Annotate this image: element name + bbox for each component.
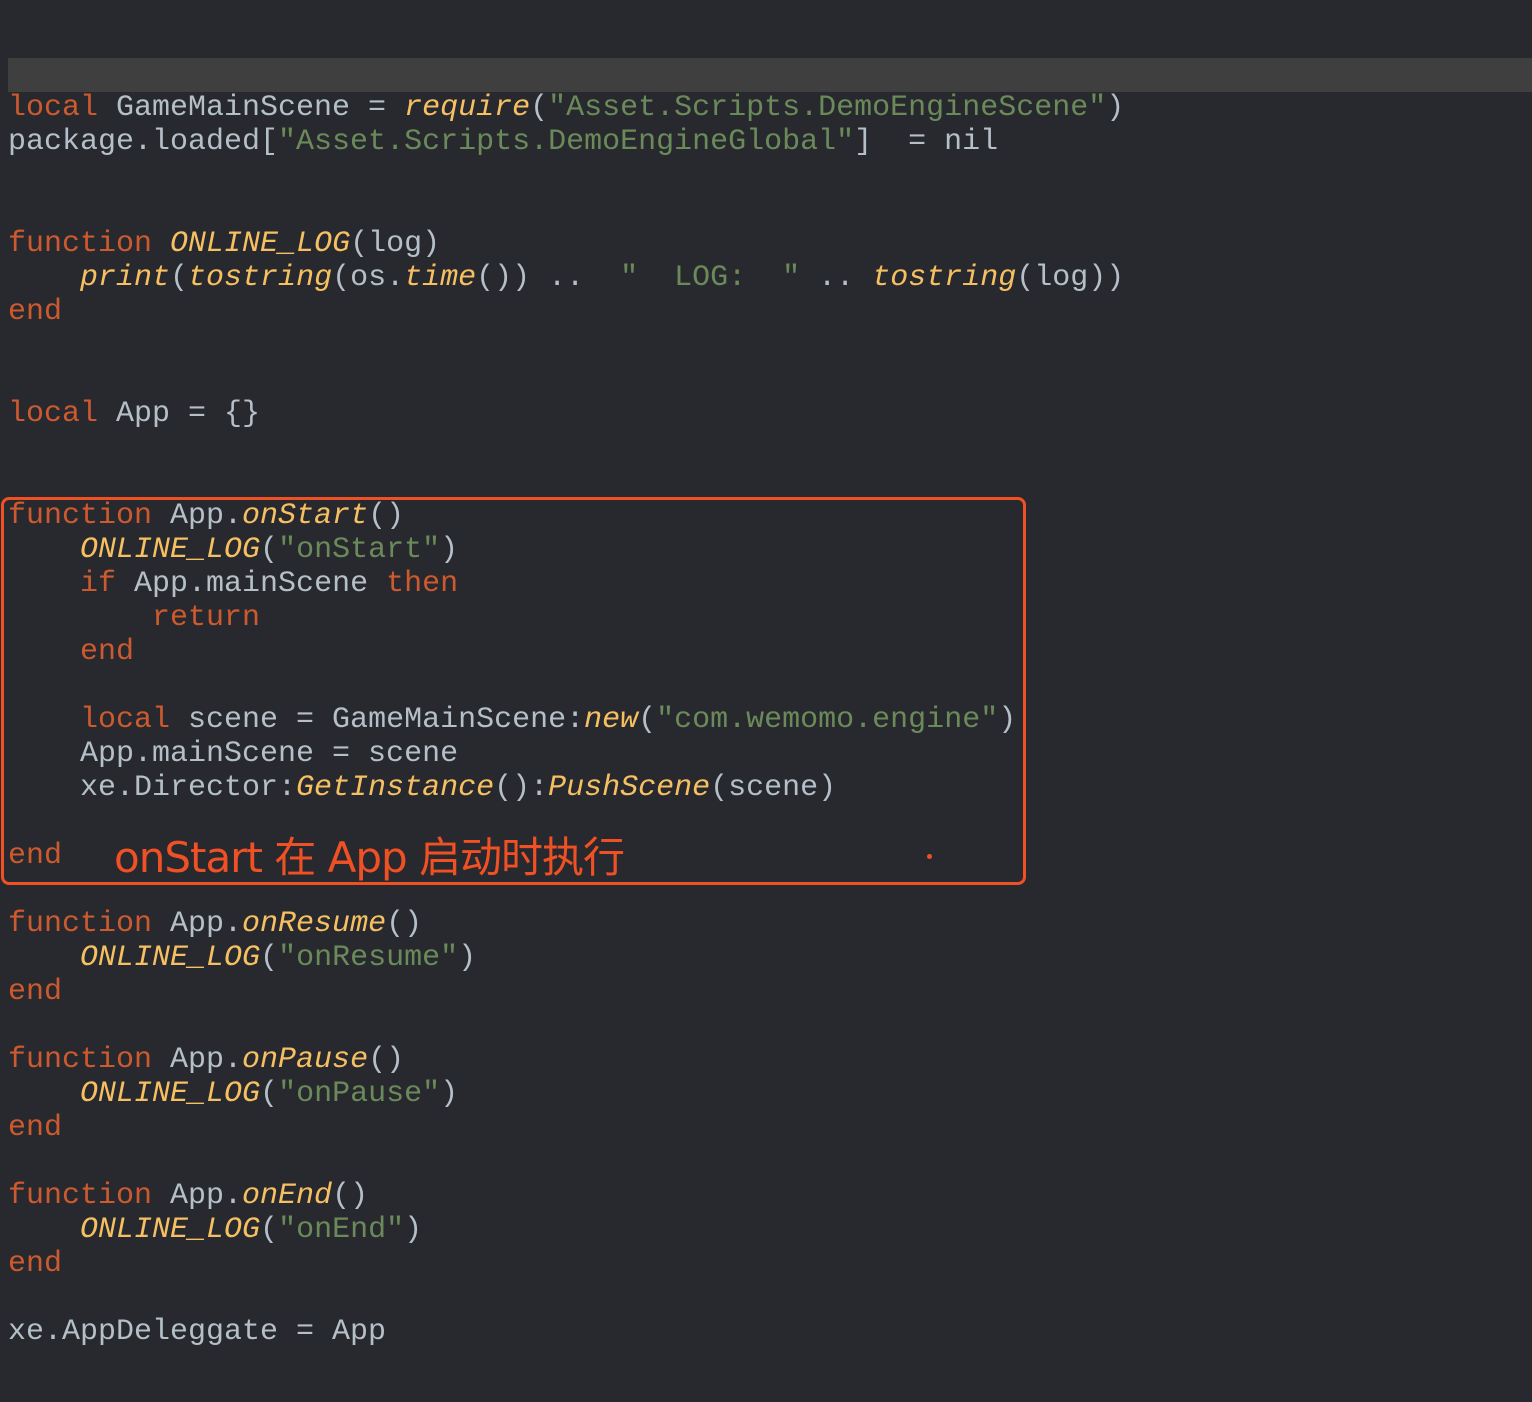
code-token-kw: local (8, 397, 99, 431)
code-line[interactable] (8, 159, 1124, 193)
current-line-highlight (8, 58, 1532, 92)
code-line[interactable]: function App.onResume() (8, 907, 1124, 941)
code-line[interactable] (8, 1009, 1124, 1043)
code-token-fn: ONLINE_LOG (80, 1077, 261, 1111)
code-token-fn: onPause (242, 1043, 369, 1077)
code-line[interactable]: function ONLINE_LOG(log) (8, 227, 1124, 261)
code-line[interactable] (8, 1281, 1124, 1315)
code-token-kw: end (8, 1247, 63, 1281)
code-line[interactable] (8, 193, 1124, 227)
code-token-plain: ( (260, 1077, 279, 1111)
code-token-plain: App = {} (98, 397, 261, 431)
code-token-plain: App. (152, 907, 243, 941)
code-token-plain: () (368, 1043, 405, 1077)
code-token-plain: () (386, 907, 423, 941)
code-token-plain: App. (152, 1179, 243, 1213)
annotation-text: onStart 在 App 启动时执行 (114, 833, 625, 882)
code-token-plain: ) (1106, 91, 1125, 125)
code-token-kw: function (8, 907, 153, 941)
code-line[interactable] (8, 431, 1124, 465)
code-line[interactable]: ONLINE_LOG("onPause") (8, 1077, 1124, 1111)
code-line[interactable] (8, 329, 1124, 363)
code-token-kw: function (8, 227, 153, 261)
code-token-plain: () (332, 1179, 369, 1213)
code-token-fn: tostring (872, 261, 1017, 295)
code-line[interactable] (8, 465, 1124, 499)
code-line[interactable]: function App.onEnd() (8, 1179, 1124, 1213)
code-token-plain: xe.AppDeleggate = App (8, 1315, 387, 1349)
code-token-str: "Asset.Scripts.DemoEngineScene" (548, 91, 1107, 125)
code-token-fn: ONLINE_LOG (80, 941, 261, 975)
code-line[interactable]: local GameMainScene = require("Asset.Scr… (8, 91, 1124, 125)
code-token-fn: tostring (188, 261, 333, 295)
code-token-plain: App. (152, 1043, 243, 1077)
code-token-kw: end (8, 975, 63, 1009)
code-line[interactable] (8, 1145, 1124, 1179)
code-line[interactable]: end (8, 1111, 1124, 1145)
code-token-fn: onEnd (242, 1179, 333, 1213)
code-token-plain: ] = nil (854, 125, 999, 159)
code-token-kw: end (8, 1111, 63, 1145)
code-token-fn: ONLINE_LOG (80, 1213, 261, 1247)
code-token-kw: function (8, 1043, 153, 1077)
annotation-dot (927, 854, 932, 859)
code-token-kw: local (8, 91, 99, 125)
code-line[interactable]: end (8, 295, 1124, 329)
code-token-plain: .. (800, 261, 873, 295)
code-line[interactable]: print(tostring(os.time()) .. " LOG: " ..… (8, 261, 1124, 295)
code-token-plain: ( (170, 261, 189, 295)
code-token-str: "Asset.Scripts.DemoEngineGlobal" (278, 125, 855, 159)
code-token-str: "onEnd" (278, 1213, 405, 1247)
code-line[interactable]: package.loaded["Asset.Scripts.DemoEngine… (8, 125, 1124, 159)
code-token-fn: ONLINE_LOG (170, 227, 351, 261)
code-token-plain: ) (458, 941, 477, 975)
code-token-plain: (log)) (1016, 261, 1125, 295)
code-token-plain: ) (440, 1077, 459, 1111)
code-token-kw: end (8, 295, 63, 329)
code-token-fn: require (404, 91, 531, 125)
code-token-plain: ) (404, 1213, 423, 1247)
code-token-plain: (os. (332, 261, 405, 295)
code-line[interactable]: end (8, 975, 1124, 1009)
code-line[interactable]: ONLINE_LOG("onResume") (8, 941, 1124, 975)
code-token-plain: GameMainScene = (98, 91, 405, 125)
code-token-plain: (log) (350, 227, 441, 261)
code-line[interactable]: ONLINE_LOG("onEnd") (8, 1213, 1124, 1247)
code-token-fn: time (404, 261, 477, 295)
code-token-plain: ( (260, 1213, 279, 1247)
code-token-kw: function (8, 1179, 153, 1213)
code-token-plain: ()) .. (476, 261, 621, 295)
code-line[interactable]: function App.onPause() (8, 1043, 1124, 1077)
code-token-str: "onResume" (278, 941, 459, 975)
code-token-str: "onPause" (278, 1077, 441, 1111)
code-token-plain: package.loaded[ (8, 125, 279, 159)
code-line[interactable]: local App = {} (8, 397, 1124, 431)
code-token-fn: print (80, 261, 171, 295)
code-line[interactable]: end (8, 1247, 1124, 1281)
code-token-plain: ( (530, 91, 549, 125)
code-token-str: " LOG: " (620, 261, 801, 295)
code-token-fn: onResume (242, 907, 387, 941)
code-line[interactable]: xe.AppDeleggate = App (8, 1315, 1124, 1349)
code-token-plain: ( (260, 941, 279, 975)
code-line[interactable] (8, 363, 1124, 397)
